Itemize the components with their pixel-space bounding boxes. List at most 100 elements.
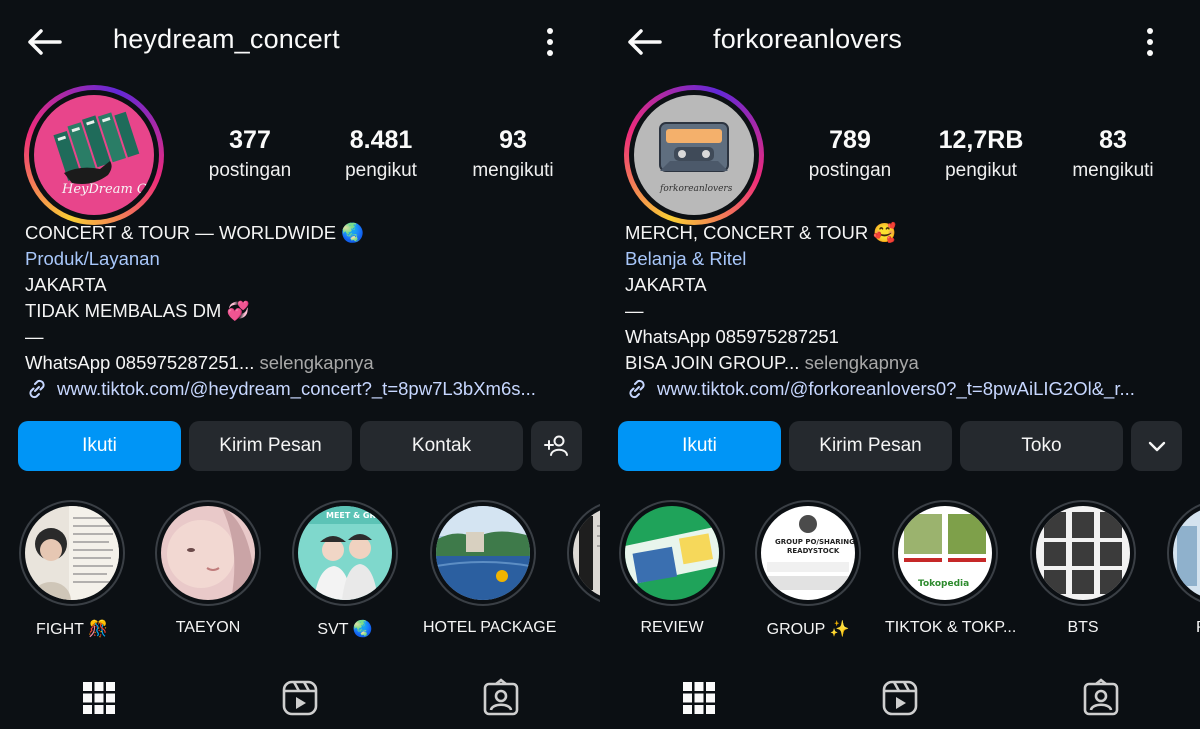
posts-stat: 377 postingan	[180, 124, 320, 182]
profile-link[interactable]: www.tiktok.com/@forkoreanlovers0?_t=8pwA…	[625, 376, 1185, 402]
avatar-image: forkoreanlovers	[634, 95, 754, 215]
highlight-image: Tokopedia	[898, 506, 992, 600]
message-button[interactable]: Kirim Pesan	[789, 421, 952, 471]
profile-category[interactable]: Produk/Layanan	[25, 246, 585, 272]
svg-text:MEET & GREET: MEET & GREET	[326, 511, 392, 520]
see-more-link[interactable]: selengkapnya	[254, 352, 374, 373]
bio-line: JAKARTA	[625, 274, 707, 295]
bio-line: —	[625, 300, 644, 321]
more-options-icon[interactable]	[1136, 24, 1164, 60]
shop-button[interactable]: Toko	[960, 421, 1123, 471]
svg-text:Tokopedia: Tokopedia	[918, 579, 969, 589]
story-highlight[interactable]: REVIEW	[612, 500, 732, 637]
profile-avatar[interactable]: forkoreanlovers	[624, 85, 764, 225]
followers-label: pengikut	[345, 160, 417, 181]
chevron-down-icon	[1148, 441, 1165, 452]
highlight-image	[436, 506, 530, 600]
profile-category[interactable]: Belanja & Ritel	[625, 246, 1185, 272]
story-highlight[interactable]: BTS	[1023, 500, 1143, 637]
bio-text: BISA JOIN GROUP...	[625, 352, 800, 373]
bio-line: JAKARTA	[25, 274, 107, 295]
highlight-image	[1173, 506, 1200, 600]
following-stat[interactable]: 93 mengikuti	[443, 124, 583, 182]
highlight-image	[573, 506, 600, 600]
bio-line: CONCERT & TOUR — WORLDWIDE 🌏	[25, 222, 365, 243]
svg-text:forkoreanlovers: forkoreanlovers	[659, 184, 733, 194]
highlight-title: GROUP ✨	[766, 621, 850, 638]
expand-button[interactable]	[1131, 421, 1182, 471]
followers-stat[interactable]: 8.481 pengikut	[311, 124, 451, 182]
tagged-tab-icon[interactable]	[481, 678, 521, 718]
reels-tab-icon[interactable]	[280, 678, 320, 718]
story-highlight[interactable]: GROUP PO/SHARING/ READYSTOCK GROUP ✨	[748, 500, 868, 639]
profile-username: forkoreanlovers	[713, 24, 903, 54]
posts-stat: 789 postingan	[780, 124, 920, 182]
highlight-title: BTS	[1067, 619, 1099, 636]
back-arrow-icon[interactable]	[624, 22, 664, 62]
highlight-image	[161, 506, 255, 600]
link-icon	[29, 379, 45, 399]
profile-screen-forkoreanlovers: forkoreanlovers forkoreanlovers 789 post…	[600, 0, 1200, 729]
link-text: www.tiktok.com/@forkoreanlovers0?_t=8pwA…	[657, 378, 1135, 399]
following-label: mengikuti	[472, 160, 554, 181]
highlight-image: GROUP PO/SHARING/ READYSTOCK	[761, 506, 855, 600]
posts-count: 377	[229, 126, 271, 154]
profile-link[interactable]: www.tiktok.com/@heydream_concert?_t=8pw7…	[25, 376, 585, 402]
link-icon	[629, 379, 645, 399]
highlight-title: FIGHT 🎊	[35, 621, 109, 638]
avatar-image: HeyDream Concert	[34, 95, 154, 215]
highlight-image	[625, 506, 719, 600]
suggest-users-button[interactable]	[531, 421, 582, 471]
highlight-image	[25, 506, 119, 600]
story-highlight[interactable]: Tokopedia TIKTOK & TOKP...	[885, 500, 1016, 637]
svg-text:READYSTOCK: READYSTOCK	[787, 547, 840, 555]
highlight-title: SVT 🌏	[317, 621, 373, 638]
highlight-image: MEET & GREET	[298, 506, 392, 600]
posts-count: 789	[829, 126, 871, 154]
grid-tab-icon[interactable]	[679, 678, 719, 718]
following-label: mengikuti	[1072, 160, 1154, 181]
contact-button[interactable]: Kontak	[360, 421, 523, 471]
story-highlight[interactable]: PO &	[1160, 500, 1200, 637]
posts-label: postingan	[808, 160, 892, 181]
story-highlight[interactable]	[560, 500, 600, 606]
profile-username: heydream_concert	[113, 24, 340, 54]
link-text: www.tiktok.com/@heydream_concert?_t=8pw7…	[57, 378, 536, 399]
svg-text:GROUP PO/SHARING/: GROUP PO/SHARING/	[775, 538, 855, 546]
back-arrow-icon[interactable]	[24, 22, 64, 62]
following-count: 83	[1099, 126, 1127, 154]
posts-label: postingan	[208, 160, 292, 181]
reels-tab-icon[interactable]	[880, 678, 920, 718]
bio-line: —	[25, 326, 44, 347]
more-options-icon[interactable]	[536, 24, 564, 60]
follow-button[interactable]: Ikuti	[618, 421, 781, 471]
bio-line: WhatsApp 085975287251	[625, 326, 839, 347]
followers-count: 12,7RB	[938, 126, 1024, 154]
top-bar: forkoreanlovers	[600, 0, 1200, 84]
highlight-title: HOTEL PACKAGE	[423, 619, 557, 636]
bio-truncated-line: BISA JOIN GROUP... selengkapnya	[625, 350, 1185, 376]
message-button[interactable]: Kirim Pesan	[189, 421, 352, 471]
story-highlight[interactable]: MEET & GREET SVT 🌏	[285, 500, 405, 639]
profile-bio: MERCH, CONCERT & TOUR 🥰 Belanja & Ritel …	[625, 220, 1185, 402]
follow-button[interactable]: Ikuti	[18, 421, 181, 471]
grid-tab-icon[interactable]	[79, 678, 119, 718]
profile-screen-heydream: heydream_concert HeyDream 377 postingan …	[0, 0, 600, 729]
story-highlight[interactable]: FIGHT 🎊	[12, 500, 132, 639]
following-stat[interactable]: 83 mengikuti	[1043, 124, 1183, 182]
followers-stat[interactable]: 12,7RB pengikut	[911, 124, 1051, 182]
tagged-tab-icon[interactable]	[1081, 678, 1121, 718]
bio-text: WhatsApp 085975287251...	[25, 352, 255, 373]
profile-avatar[interactable]: HeyDream Concert	[24, 85, 164, 225]
add-person-icon	[543, 435, 568, 456]
story-highlight[interactable]: HOTEL PACKAGE	[423, 500, 557, 637]
highlight-title: REVIEW	[640, 619, 704, 636]
following-count: 93	[499, 126, 527, 154]
highlight-image	[1036, 506, 1130, 600]
story-highlight[interactable]: TAEYON	[148, 500, 268, 637]
followers-label: pengikut	[945, 160, 1017, 181]
followers-count: 8.481	[349, 126, 413, 154]
top-bar: heydream_concert	[0, 0, 600, 84]
see-more-link[interactable]: selengkapnya	[799, 352, 919, 373]
highlight-title: PO &	[1160, 619, 1200, 637]
